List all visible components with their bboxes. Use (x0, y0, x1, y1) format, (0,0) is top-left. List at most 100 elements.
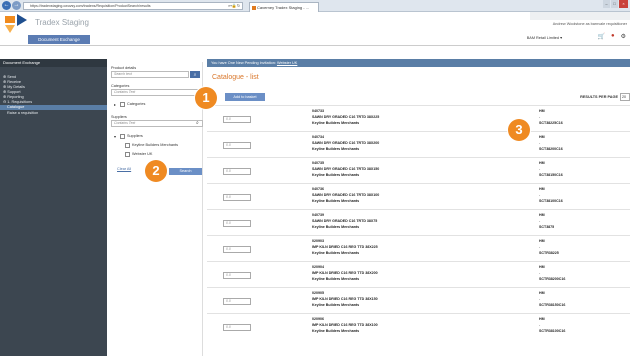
product-code: 040736 (312, 187, 324, 191)
table-row: 0.0 020904 IMP KILN DRIED C16 REG TTD 38X2… (207, 261, 630, 288)
price-value: - (539, 323, 541, 327)
supplier-checkbox-keyline[interactable] (125, 143, 130, 148)
supplier-code: SCT3875 (539, 225, 555, 229)
table-row: 0.0 020906 IMP KILN DRIED C16 REG TTD 38X1… (207, 313, 630, 340)
tab-document-exchange[interactable]: Document Exchange (28, 35, 90, 44)
sidebar-item-raise-requisition[interactable]: Raise a requisition (0, 111, 107, 116)
chevron-right-icon[interactable]: ▸ (114, 102, 116, 107)
supplier-name: Keyline Builders Merchants (312, 277, 360, 281)
price-value: - (539, 219, 541, 223)
unit-of-measure: HM (539, 265, 545, 269)
brand-title: Tradex Staging (35, 18, 89, 27)
product-search-input[interactable]: Search text (111, 71, 189, 78)
sidebar-item-catalogue[interactable]: Catalogue (0, 105, 107, 110)
product-code: 040734 (312, 135, 324, 139)
quantity-input[interactable]: 0.0 (223, 272, 251, 279)
suppliers-checkbox[interactable] (120, 134, 125, 139)
quantity-input[interactable]: 0.0 (223, 246, 251, 253)
product-description: IMP KILN DRIED C16 REG TTD 38X225 (312, 245, 378, 249)
categories-label: Categories (111, 84, 130, 88)
price-value: - (539, 141, 541, 145)
supplier-name: Keyline Builders Merchants (312, 173, 360, 177)
product-code: 040735 (312, 161, 324, 165)
quantity-input[interactable]: 0.0 (223, 194, 251, 201)
quantity-input[interactable]: 0.0 (223, 298, 251, 305)
clear-all-link[interactable]: Clear All (117, 167, 131, 171)
quantity-input[interactable]: 0.0 (223, 220, 251, 227)
quantity-input[interactable]: 0.0 (223, 116, 251, 123)
gear-icon[interactable]: ⚙ (621, 33, 626, 40)
suppliers-tree-label: Suppliers (127, 134, 143, 138)
quantity-input[interactable]: 0.0 (223, 324, 251, 331)
back-arrow-icon[interactable]: ← (2, 1, 11, 10)
add-to-basket-button[interactable]: Add to basket (225, 93, 265, 101)
unit-of-measure: HM (539, 317, 545, 321)
price-value: - (539, 115, 541, 119)
product-description: SAWN DRY GRADED C16 TRTD 38X150 (312, 167, 380, 171)
user-name: Andrew Woolstone as barnvale requisition… (552, 22, 627, 26)
window-controls: – □ × (603, 0, 628, 12)
callout-marker-3: 3 (508, 119, 530, 141)
close-icon[interactable]: × (619, 0, 628, 8)
supplier-name: Keyline Builders Merchants (312, 199, 360, 203)
categories-match-select[interactable]: Contains Text (111, 89, 199, 96)
sidebar-title: Document Exchange (0, 59, 107, 67)
notice-link[interactable]: Webster UK (277, 61, 297, 65)
search-icon[interactable]: ⌕ (196, 120, 199, 126)
unit-of-measure: HM (539, 187, 545, 191)
categories-tree-label: Categories (127, 102, 146, 106)
browser-tab[interactable]: Caverney Tradex Staging - ... (249, 2, 319, 12)
address-bar[interactable]: https://tradexstaging.cwuvsy.com/tradexs… (23, 2, 243, 10)
unit-of-measure: HM (539, 109, 545, 113)
maximize-icon[interactable]: □ (611, 0, 618, 8)
table-row: 0.0 020905 IMP KILN DRIED C16 REG TTD 38X1… (207, 287, 630, 314)
chevron-down-icon[interactable]: ▾ (114, 134, 116, 139)
supplier-code: SCTR38225 (539, 251, 559, 255)
product-code: 020904 (312, 265, 324, 269)
callout-marker-1: 1 (195, 87, 217, 109)
tab-title: Caverney Tradex Staging - ... (257, 5, 310, 10)
supplier-checkbox-webster[interactable] (125, 152, 130, 157)
categories-checkbox[interactable] (120, 102, 125, 107)
product-code: 040733 (312, 109, 324, 113)
basket-icon[interactable]: 🛒 (598, 33, 605, 40)
table-row: 0.0 040734 SAWN DRY GRADED C16 TRTD 38X200… (207, 131, 630, 158)
notification-icon[interactable]: ● (611, 33, 615, 40)
header-icons: 🛒 ● ⚙ (598, 33, 627, 40)
supplier-code: SCT38225C16 (539, 121, 563, 125)
supplier-code: SCTR38150C16 (539, 303, 566, 307)
product-details-label: Product details (111, 66, 137, 70)
suppliers-match-select[interactable]: Contains Text (111, 120, 203, 127)
notice-text: You have One New Pending Invitation: (211, 61, 276, 65)
callout-marker-2: 2 (145, 160, 167, 182)
invitation-notice: You have One New Pending Invitation: Web… (207, 59, 630, 67)
product-description: IMP KILN DRIED C16 REG TTD 38X200 (312, 271, 378, 275)
price-value: - (539, 297, 541, 301)
account-dropdown[interactable]: BAM Retail Limited ▾ (527, 35, 562, 40)
unit-of-measure: HM (539, 239, 545, 243)
supplier-code: SCTR38100C16 (539, 329, 566, 333)
product-code: 020906 (312, 317, 324, 321)
unit-of-measure: HM (539, 135, 545, 139)
product-code: 020903 (312, 239, 324, 243)
browser-toolbar: ← → https://tradexstaging.cwuvsy.com/tra… (0, 0, 630, 12)
search-button[interactable]: Search (169, 168, 202, 175)
table-row: 0.0 040733 SAWN DRY GRADED C16 TRTD 38X225… (207, 105, 630, 132)
results-per-page-label: RESULTS PER PAGE (580, 95, 618, 99)
forward-arrow-icon[interactable]: → (12, 1, 21, 10)
price-value: - (539, 245, 541, 249)
minimize-icon[interactable]: – (603, 0, 610, 8)
favicon-icon (252, 6, 256, 10)
price-value: - (539, 271, 541, 275)
quantity-input[interactable]: 0.0 (223, 168, 251, 175)
product-description: SAWN DRY GRADED C16 TRTD 38X75 (312, 219, 378, 223)
supplier-code: SCT38200C16 (539, 147, 563, 151)
unit-of-measure: HM (539, 213, 545, 217)
results-per-page-select[interactable]: 20 (620, 93, 630, 101)
supplier-code: SCT38100C16 (539, 199, 563, 203)
product-description: SAWN DRY GRADED C16 TRTD 38X200 (312, 141, 380, 145)
address-bar-icons[interactable]: ⌕▾🔒↻ (228, 2, 240, 10)
quantity-input[interactable]: 0.0 (223, 142, 251, 149)
search-icon[interactable]: ⌕ (190, 71, 200, 78)
supplier-code: SCTR38200C16 (539, 277, 566, 281)
